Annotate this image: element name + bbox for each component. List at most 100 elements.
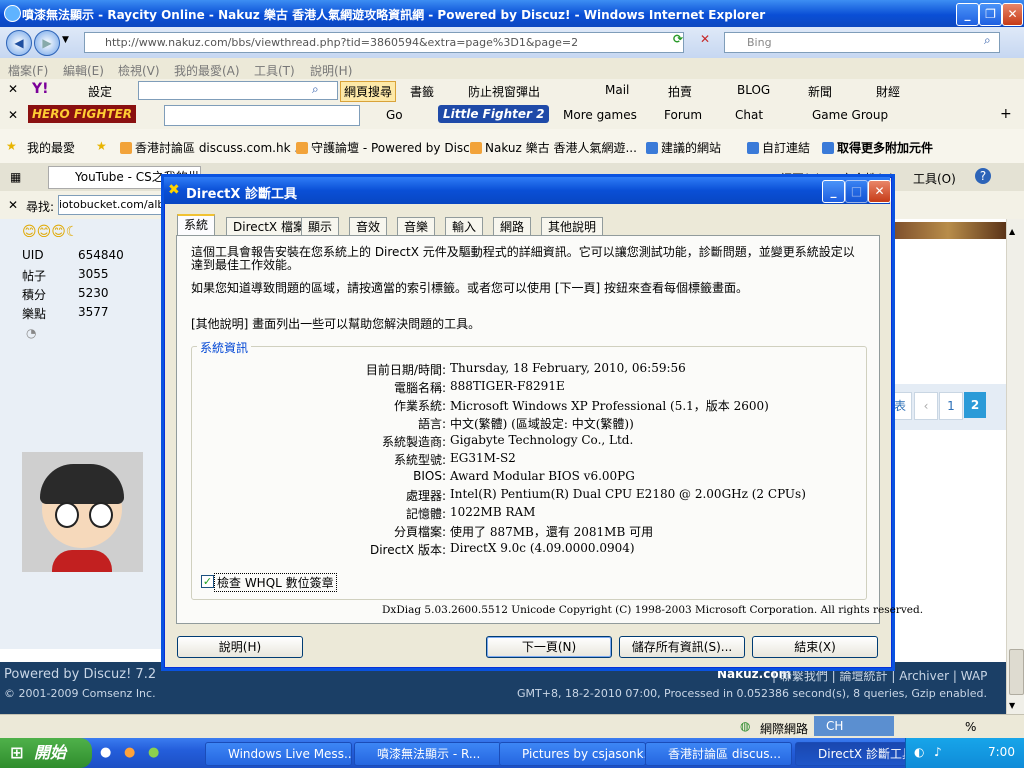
user-stat: 帖子 3055: [22, 267, 109, 283]
menu-file[interactable]: 檔案(F): [8, 62, 48, 79]
quick-tabs-icon[interactable]: ▦: [10, 170, 21, 184]
tab-sound[interactable]: 音效: [349, 217, 388, 236]
toolbar-close-icon[interactable]: ✕: [8, 82, 18, 96]
tab-more-help[interactable]: 其他說明: [541, 217, 604, 236]
tab-network[interactable]: 網路: [493, 217, 532, 236]
mail-button[interactable]: Mail: [605, 83, 629, 97]
tab-display[interactable]: 顯示: [301, 217, 340, 236]
add-favorite-icon[interactable]: ★: [96, 139, 107, 153]
auction-button[interactable]: 拍賣: [668, 83, 692, 100]
fav-get-addons[interactable]: 取得更多附加元件: [822, 139, 933, 156]
tray-network-icon[interactable]: ◐: [914, 745, 924, 759]
maximize-button[interactable]: ❐: [979, 3, 1002, 26]
tab-input[interactable]: 輸入: [445, 217, 484, 236]
popup-blocker-button[interactable]: 防止視窗彈出: [468, 83, 540, 100]
little-fighter-2-button[interactable]: Little Fighter 2: [438, 105, 550, 123]
find-input[interactable]: iotobucket.com/album: [58, 195, 170, 215]
taskbar-ie-thread[interactable]: 噴漆無法顯示 - R...: [354, 742, 501, 766]
tab-music[interactable]: 音樂: [397, 217, 436, 236]
favorites-button[interactable]: 我的最愛: [27, 139, 75, 156]
scroll-up-icon[interactable]: ▲: [1009, 227, 1015, 236]
taskbar-photobucket[interactable]: Pictures by csjasonk...: [499, 742, 646, 766]
next-page-button[interactable]: 下一頁(N): [486, 636, 612, 658]
minimize-button[interactable]: _: [956, 3, 979, 26]
pager-page-current[interactable]: 2: [964, 392, 986, 418]
exit-button[interactable]: 結束(X): [752, 636, 878, 658]
info-value: Award Modular BIOS v6.00PG: [450, 469, 635, 483]
address-input[interactable]: http://www.nakuz.com/bbs/viewthread.php?…: [84, 32, 684, 53]
refresh-icon[interactable]: ⟳: [668, 32, 688, 52]
back-arrow-icon[interactable]: ◀: [6, 30, 32, 56]
pager-arrow-icon[interactable]: ‹: [914, 392, 938, 420]
bookmarks-button[interactable]: 書籤: [410, 83, 434, 100]
help-button[interactable]: 說明(H): [177, 636, 303, 658]
forward-arrow-icon[interactable]: ▶: [34, 30, 60, 56]
hf-search-input[interactable]: [164, 105, 360, 126]
quicklaunch-messenger-icon[interactable]: ●: [100, 745, 111, 760]
dialog-close-button[interactable]: ✕: [868, 180, 891, 203]
help-icon[interactable]: ?: [975, 168, 991, 184]
zoom-level[interactable]: %: [965, 720, 976, 734]
dialog-minimize-button[interactable]: _: [822, 180, 845, 203]
tab-directx-files[interactable]: DirectX 檔案: [226, 217, 312, 236]
finance-button[interactable]: 財經: [876, 83, 900, 100]
dialog-maximize-button[interactable]: □: [845, 180, 868, 203]
powered-by[interactable]: Powered by Discuz! 7.2: [4, 667, 156, 682]
yahoo-logo[interactable]: Y!: [32, 81, 49, 97]
toolbar-close-icon-2[interactable]: ✕: [8, 108, 18, 122]
tray-volume-icon[interactable]: ♪: [934, 745, 942, 759]
close-button[interactable]: ✕: [1002, 3, 1023, 26]
ie-title-bar: 噴漆無法顯示 - Raycity Online - Nakuz 樂古 香港人氣網…: [0, 0, 1024, 27]
go-button[interactable]: Go: [386, 108, 403, 122]
quicklaunch-firefox-icon[interactable]: ●: [124, 745, 135, 760]
hero-fighter-logo[interactable]: HERO FIGHTER: [28, 105, 137, 123]
whql-checkbox[interactable]: ✓: [201, 575, 214, 588]
scroll-thumb[interactable]: [1009, 649, 1024, 695]
quicklaunch-ie-icon[interactable]: ●: [148, 745, 159, 760]
add-toolbar-icon[interactable]: +: [1000, 106, 1012, 122]
taskbar-discuss[interactable]: 香港討論區 discus...: [645, 742, 792, 766]
footer-links[interactable]: | 聯繫我們 | 論壇統計 | Archiver | WAP: [772, 667, 987, 684]
yahoo-search-icon[interactable]: ⌕: [312, 82, 319, 97]
tools-menu[interactable]: 工具(O): [913, 170, 956, 187]
menu-help[interactable]: 說明(H): [310, 62, 352, 79]
chat-button[interactable]: Chat: [735, 108, 763, 122]
history-dropdown-icon[interactable]: ▼: [62, 35, 69, 45]
fav-suggested-sites[interactable]: 建議的網站: [646, 139, 721, 156]
news-button[interactable]: 新聞: [808, 83, 832, 100]
blog-button[interactable]: BLOG: [737, 83, 770, 97]
menu-view[interactable]: 檢視(V): [118, 62, 160, 79]
forum-button[interactable]: Forum: [664, 108, 702, 122]
avatar[interactable]: [22, 452, 143, 572]
pager-page-1[interactable]: 1: [939, 392, 963, 420]
find-close-icon[interactable]: ✕: [8, 198, 18, 212]
search-icon[interactable]: ⌕: [984, 33, 991, 48]
tab-system[interactable]: 系統: [177, 214, 216, 237]
game-group-button[interactable]: Game Group: [812, 108, 888, 122]
web-search-button[interactable]: 網頁搜尋: [340, 81, 397, 102]
taskbar-messenger[interactable]: Windows Live Mess...: [205, 742, 352, 766]
whql-checkbox-label[interactable]: 檢查 WHQL 數位簽章: [214, 573, 337, 592]
taskbar-directx[interactable]: DirectX 診斷工具: [795, 742, 919, 766]
save-all-info-button[interactable]: 儲存所有資訊(S)...: [619, 636, 745, 658]
scroll-down-icon[interactable]: ▼: [1009, 701, 1015, 710]
search-input[interactable]: Bing: [724, 32, 1000, 53]
menu-favorites[interactable]: 我的最愛(A): [174, 62, 240, 79]
clock[interactable]: 7:00: [988, 745, 1015, 759]
fav-link-nakuz[interactable]: Nakuz 樂古 香港人氣網遊...: [470, 139, 637, 156]
start-button[interactable]: ⊞ 開始: [0, 738, 92, 768]
page-scrollbar[interactable]: ▲ ▼: [1006, 219, 1024, 714]
stop-icon[interactable]: ✕: [695, 32, 715, 52]
fav-link-discuss[interactable]: 香港討論區 discuss.com.hk ...: [120, 139, 306, 156]
fav-link-guardian[interactable]: 守護論壇 - Powered by Disc...: [296, 139, 481, 156]
intro-text-3: [其他說明] 畫面列出一些可以幫助您解決問題的工具。: [191, 317, 481, 331]
user-stat: UID 654840: [22, 248, 124, 262]
fav-custom-links[interactable]: 自訂連結: [747, 139, 810, 156]
menu-tools[interactable]: 工具(T): [254, 62, 295, 79]
user-stat: 積分 5230: [22, 286, 109, 302]
yahoo-search-input[interactable]: [138, 81, 338, 100]
ime-indicator[interactable]: CH: [814, 716, 894, 736]
menu-edit[interactable]: 編輯(E): [63, 62, 104, 79]
more-games-button[interactable]: More games: [563, 108, 637, 122]
yahoo-settings[interactable]: 設定: [88, 83, 112, 100]
